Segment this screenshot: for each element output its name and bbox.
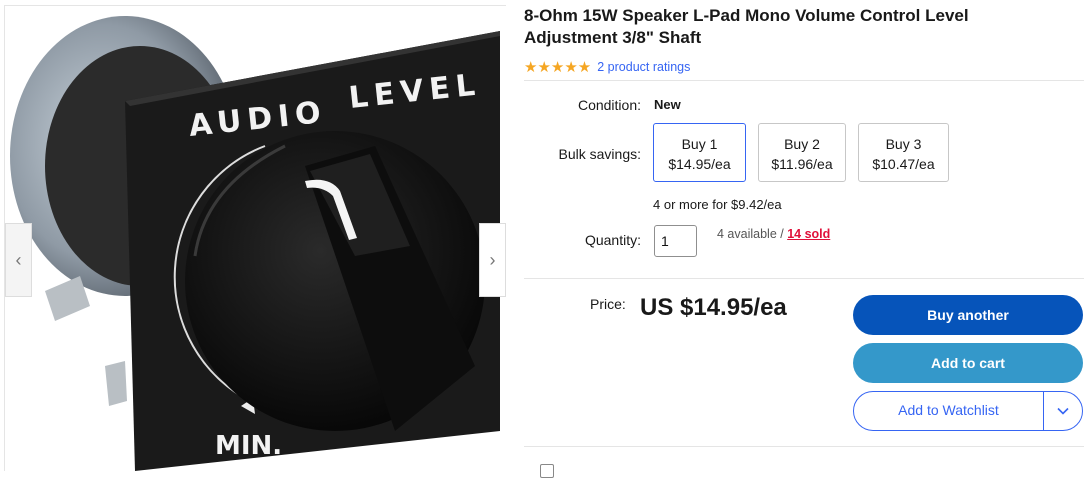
product-ratings-link[interactable]: 2 product ratings [597, 60, 690, 74]
bulk-option-buy-1[interactable]: Buy 1 $14.95/ea [653, 123, 746, 182]
bulk-savings-label: Bulk savings: [558, 146, 641, 162]
chevron-right-icon: › [489, 249, 496, 270]
bulk-option-price: $11.96/ea [771, 156, 833, 172]
available-count: 4 available / [717, 227, 788, 241]
bulk-option-buy-3[interactable]: Buy 3 $10.47/ea [858, 123, 949, 182]
bulk-option-price: $14.95/ea [668, 156, 731, 172]
product-title: 8-Ohm 15W Speaker L-Pad Mono Volume Cont… [524, 6, 969, 47]
bulk-option-buy-2[interactable]: Buy 2 $11.96/ea [758, 123, 846, 182]
cutoff-option-row[interactable] [540, 464, 564, 478]
condition-value: New [654, 97, 681, 112]
chevron-left-icon: ‹ [15, 249, 22, 270]
price-label: Price: [590, 296, 626, 312]
sold-count-link[interactable]: 14 sold [787, 227, 830, 241]
divider [524, 80, 1084, 81]
product-image: AUDIO LEVEL MIN. [10, 16, 500, 471]
star-rating-icon: ★★★★★ [524, 59, 592, 76]
quantity-input[interactable]: 1 [654, 225, 697, 257]
bulk-option-qty: Buy 2 [784, 136, 820, 152]
checkbox[interactable] [540, 464, 554, 478]
bulk-option-qty: Buy 1 [681, 136, 718, 152]
gallery-prev-button[interactable]: ‹ [5, 223, 32, 297]
buy-another-button[interactable]: Buy another [853, 295, 1083, 335]
condition-label: Condition: [577, 97, 641, 113]
add-to-cart-button[interactable]: Add to cart [853, 343, 1083, 383]
bulk-option-qty: Buy 3 [885, 136, 922, 152]
gallery-next-button[interactable]: › [479, 223, 506, 297]
add-to-watchlist-button[interactable]: Add to Watchlist [853, 391, 1083, 431]
bulk-option-price: $10.47/ea [872, 156, 935, 172]
availability-text: 4 available / 14 sold [717, 227, 830, 241]
watchlist-label: Add to Watchlist [898, 402, 999, 418]
price-value: US $14.95/ea [640, 294, 787, 321]
divider [524, 278, 1084, 279]
image-label-min: MIN. [215, 431, 282, 461]
divider [524, 446, 1084, 447]
bulk-savings-note: 4 or more for $9.42/ea [653, 197, 782, 212]
ratings: ★★★★★ 2 product ratings [524, 58, 690, 76]
chevron-down-icon[interactable] [1044, 392, 1082, 430]
quantity-label: Quantity: [584, 232, 641, 248]
product-image-gallery[interactable]: AUDIO LEVEL MIN. ‹ › [4, 5, 506, 471]
